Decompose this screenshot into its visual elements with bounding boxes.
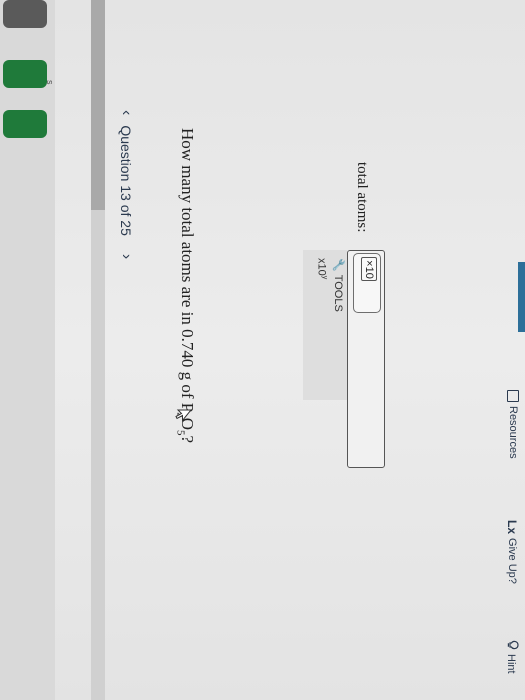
chevron-left-icon[interactable]: ‹ (117, 110, 135, 115)
x10y-base: x10 (315, 258, 328, 276)
x10y-button[interactable]: x10y (315, 258, 328, 279)
tools-label: TOOLS (332, 274, 344, 312)
progress-bar (91, 0, 105, 700)
hint-label: Hint (505, 654, 518, 674)
sidebar-item-1[interactable] (3, 0, 47, 28)
tools-button[interactable]: 🔧 TOOLS (332, 258, 345, 312)
sidebar-tag-1: s (45, 80, 55, 85)
answer-input[interactable]: ×10 (353, 253, 381, 313)
answer-label: total atoms: (354, 162, 370, 233)
photo-frame: Resources Lx Give Up? Hint s ‹ Question … (0, 0, 525, 700)
sidebar-item-3[interactable] (3, 110, 47, 138)
question-counter: Question 13 of 25 (118, 125, 134, 236)
x10y-exp: y (321, 275, 328, 280)
assignment-page: Resources Lx Give Up? Hint s ‹ Question … (0, 0, 525, 700)
chevron-right-icon[interactable]: › (117, 254, 135, 259)
sidebar-item-2[interactable] (3, 60, 47, 88)
resources-button[interactable]: Resources (507, 390, 519, 459)
question-text: How many total atoms are in 0.740 g of P… (175, 128, 197, 443)
question-text-main: How many total atoms are in 0.740 g of P (178, 128, 197, 413)
lightbulb-icon (504, 640, 519, 650)
question-text-end: ? (178, 435, 197, 444)
give-up-icon: Lx (505, 520, 519, 535)
hint-button[interactable]: Hint (504, 640, 519, 674)
resources-icon (507, 390, 519, 402)
cursor-icon (174, 408, 193, 424)
resources-label: Resources (507, 406, 519, 459)
give-up-button[interactable]: Lx Give Up? (505, 520, 519, 584)
wrench-icon: 🔧 (332, 258, 344, 272)
progress-fill (91, 0, 105, 210)
question-nav: ‹ Question 13 of 25 › (115, 110, 137, 259)
give-up-label: Give Up? (506, 538, 518, 584)
tools-panel: 🔧 TOOLS x10y (303, 250, 347, 400)
page-background (0, 0, 525, 700)
x10-button[interactable]: ×10 (361, 257, 377, 281)
answer-box: ×10 (347, 250, 385, 468)
top-toolbar: Resources Lx Give Up? Hint (495, 0, 525, 700)
assignment-sidebar: s (0, 0, 55, 700)
